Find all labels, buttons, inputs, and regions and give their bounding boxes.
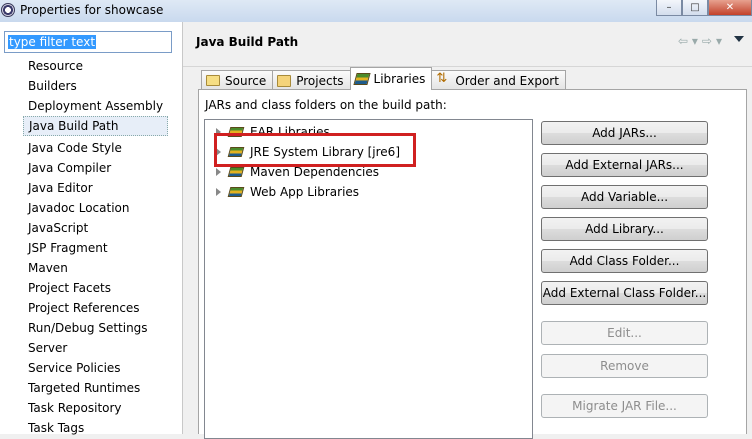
add-jars-button[interactable]: Add JARs... [541, 121, 708, 145]
library-label: Web App Libraries [250, 185, 360, 199]
eclipse-icon [1, 3, 15, 17]
nav-item-project-facets[interactable]: Project Facets [23, 278, 168, 298]
maximize-button[interactable]: □ [682, 0, 708, 16]
window-title: Properties for showcase [20, 3, 164, 17]
nav-item-service-policies[interactable]: Service Policies [23, 358, 168, 378]
expand-arrow-icon[interactable] [216, 168, 221, 176]
build-path-label: JARs and class folders on the build path… [205, 98, 447, 112]
edit-button[interactable]: Edit... [541, 321, 708, 345]
nav-item-javadoc-location[interactable]: Javadoc Location [23, 198, 168, 218]
tab-bar: Source Projects Libraries Order and Export [201, 67, 566, 90]
source-folder-icon [206, 75, 220, 86]
page-navigation: ⇦ ▾ ⇨ ▾ [678, 34, 722, 48]
back-arrow-icon[interactable]: ⇦ [678, 34, 688, 48]
tab-libraries[interactable]: Libraries [349, 67, 433, 90]
nav-item-javascript[interactable]: JavaScript [23, 218, 168, 238]
nav-item-java-code-style[interactable]: Java Code Style [23, 138, 168, 158]
tab-projects[interactable]: Projects [272, 70, 351, 90]
nav-item-run-debug-settings[interactable]: Run/Debug Settings [23, 318, 168, 338]
library-row-web-app-libraries[interactable]: Web App Libraries [205, 182, 359, 202]
tab-label: Projects [296, 73, 344, 88]
nav-item-jsp-fragment[interactable]: JSP Fragment [23, 238, 168, 258]
property-nav-tree: Resource Builders Deployment Assembly Java … [23, 56, 169, 438]
tab-label: Libraries [373, 72, 426, 86]
property-page: Java Build Path ⇦ ▾ ⇨ ▾ Source Projects Li… [183, 22, 752, 439]
minimize-button[interactable]: – [656, 0, 682, 16]
nav-item-resource[interactable]: Resource [23, 56, 168, 76]
remove-button[interactable]: Remove [541, 354, 708, 378]
close-button[interactable]: ✕ [708, 0, 752, 16]
filter-input[interactable]: type filter text [4, 31, 172, 53]
add-external-class-folder-button[interactable]: Add External Class Folder... [541, 281, 708, 305]
nav-item-task-tags[interactable]: Task Tags [23, 418, 168, 438]
add-class-folder-button[interactable]: Add Class Folder... [541, 249, 708, 273]
tab-source[interactable]: Source [201, 70, 274, 90]
tab-order-and-export[interactable]: Order and Export [431, 70, 566, 90]
view-menu-icon[interactable] [734, 36, 744, 42]
library-jar-icon [227, 167, 245, 177]
add-library-button[interactable]: Add Library... [541, 217, 708, 241]
page-title: Java Build Path [196, 35, 299, 49]
projects-folder-icon [277, 74, 292, 87]
forward-arrow-icon[interactable]: ⇨ [702, 34, 712, 48]
window-titlebar: Properties for showcase – □ ✕ [0, 0, 752, 23]
forward-menu-icon[interactable]: ▾ [716, 34, 722, 48]
nav-item-java-compiler[interactable]: Java Compiler [23, 158, 168, 178]
nav-item-server[interactable]: Server [23, 338, 168, 358]
libraries-icon [352, 73, 371, 85]
expand-arrow-icon[interactable] [216, 188, 221, 196]
add-variable-button[interactable]: Add Variable... [541, 185, 708, 209]
back-menu-icon[interactable]: ▾ [692, 34, 698, 48]
nav-item-builders[interactable]: Builders [23, 76, 168, 96]
filter-input-text: type filter text [8, 35, 97, 49]
library-jar-icon [227, 187, 245, 197]
nav-item-deployment-assembly[interactable]: Deployment Assembly [23, 96, 168, 116]
property-nav-pane: type filter text Resource Builders Deploym… [0, 22, 183, 435]
order-export-icon [436, 71, 450, 87]
tab-label: Source [225, 73, 267, 88]
nav-item-java-build-path[interactable]: Java Build Path [23, 116, 169, 136]
nav-item-task-repository[interactable]: Task Repository [23, 398, 168, 418]
nav-item-project-references[interactable]: Project References [23, 298, 168, 318]
migrate-jar-file-button[interactable]: Migrate JAR File... [541, 394, 708, 418]
library-tree[interactable]: EAR Libraries JRE System Library [jre6] Ma… [204, 119, 533, 439]
tab-label: Order and Export [455, 73, 559, 88]
window-controls: – □ ✕ [656, 0, 752, 18]
nav-item-maven[interactable]: Maven [23, 258, 168, 278]
nav-item-java-editor[interactable]: Java Editor [23, 178, 168, 198]
add-external-jars-button[interactable]: Add External JARs... [541, 153, 708, 177]
annotation-highlight-box [214, 133, 416, 167]
nav-item-targeted-runtimes[interactable]: Targeted Runtimes [23, 378, 168, 398]
